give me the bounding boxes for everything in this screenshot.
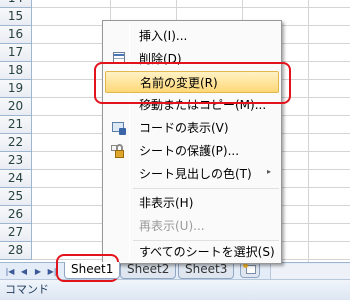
new-sheet-icon[interactable] (240, 263, 260, 278)
menu-item-label: 非表示(H) (139, 196, 194, 210)
menu-item-view-code[interactable]: コードの表示(V) (105, 117, 279, 139)
row-header[interactable]: 19 (0, 80, 32, 98)
sheet-tab-bar: |◀ ◀ ▶ ▶| Sheet3 Sheet2 Sheet1 (0, 262, 350, 279)
status-bar: コマンド (0, 279, 350, 300)
menu-item-move-or-copy[interactable]: 移動またはコピー(M)... (105, 94, 279, 116)
row-header[interactable]: 17 (0, 44, 32, 62)
row-header[interactable]: 21 (0, 116, 32, 134)
menu-item-label: 移動またはコピー(M)... (139, 98, 267, 112)
submenu-arrow-icon: ▸ (266, 167, 271, 176)
menu-item-label: シート見出しの色(T) (139, 167, 252, 181)
menu-item-select-all-sheets[interactable]: すべてのシートを選択(S) (105, 241, 279, 263)
row-header[interactable]: 20 (0, 98, 32, 116)
next-sheet-nav-button[interactable]: ▶ (32, 266, 44, 277)
row-header[interactable]: 27 (0, 224, 32, 242)
menu-item-label: すべてのシートを選択(S) (139, 245, 275, 259)
sheet-tab-context-menu: 挿入(I)... 削除(D) 名前の変更(R) 移動またはコピー(M)... コ… (102, 20, 282, 264)
menu-separator (133, 188, 279, 189)
menu-item-label: 挿入(I)... (139, 29, 188, 43)
delete-sheet-icon (111, 51, 127, 67)
menu-item-label: 再表示(U)... (139, 219, 205, 233)
menu-item-delete[interactable]: 削除(D) (105, 48, 279, 70)
menu-item-label: 削除(D) (139, 52, 182, 66)
row-header[interactable]: 18 (0, 62, 32, 80)
menu-item-label: シートの保護(P)... (139, 144, 240, 158)
first-sheet-nav-button[interactable]: |◀ (4, 266, 16, 277)
row-header[interactable]: 26 (0, 206, 32, 224)
menu-item-rename[interactable]: 名前の変更(R) (105, 71, 279, 93)
menu-item-protect-sheet[interactable]: シートの保護(P)... (105, 140, 279, 162)
prev-sheet-nav-button[interactable]: ◀ (18, 266, 30, 277)
status-mode: コマンド (5, 283, 49, 296)
last-sheet-nav-button[interactable]: ▶| (46, 266, 58, 277)
sheet-tab-sheet3[interactable]: Sheet3 (178, 262, 235, 279)
row-header[interactable]: 16 (0, 26, 32, 44)
row-header[interactable]: 14 (0, 0, 32, 8)
sheet-tab-sheet1[interactable]: Sheet1 (64, 262, 121, 279)
grid-row: 14 (0, 0, 350, 8)
row-header[interactable]: 25 (0, 188, 32, 206)
row-header[interactable]: 15 (0, 8, 32, 26)
row-header[interactable]: 24 (0, 170, 32, 188)
menu-item-unhide[interactable]: 再表示(U)... (105, 215, 279, 237)
menu-item-label: 名前の変更(R) (140, 76, 218, 90)
menu-item-tab-color[interactable]: シート見出しの色(T) ▸ (105, 163, 279, 185)
protect-sheet-lock-icon (111, 143, 127, 159)
menu-item-hide[interactable]: 非表示(H) (105, 192, 279, 214)
menu-item-insert[interactable]: 挿入(I)... (105, 25, 279, 47)
sheet-tab-sheet2[interactable]: Sheet2 (120, 262, 177, 279)
menu-item-label: コードの表示(V) (139, 121, 229, 135)
view-code-icon (111, 120, 127, 136)
row-header[interactable]: 22 (0, 134, 32, 152)
horizontal-scroll-area[interactable] (270, 264, 350, 279)
row-header[interactable]: 23 (0, 152, 32, 170)
row-header[interactable]: 28 (0, 242, 32, 260)
